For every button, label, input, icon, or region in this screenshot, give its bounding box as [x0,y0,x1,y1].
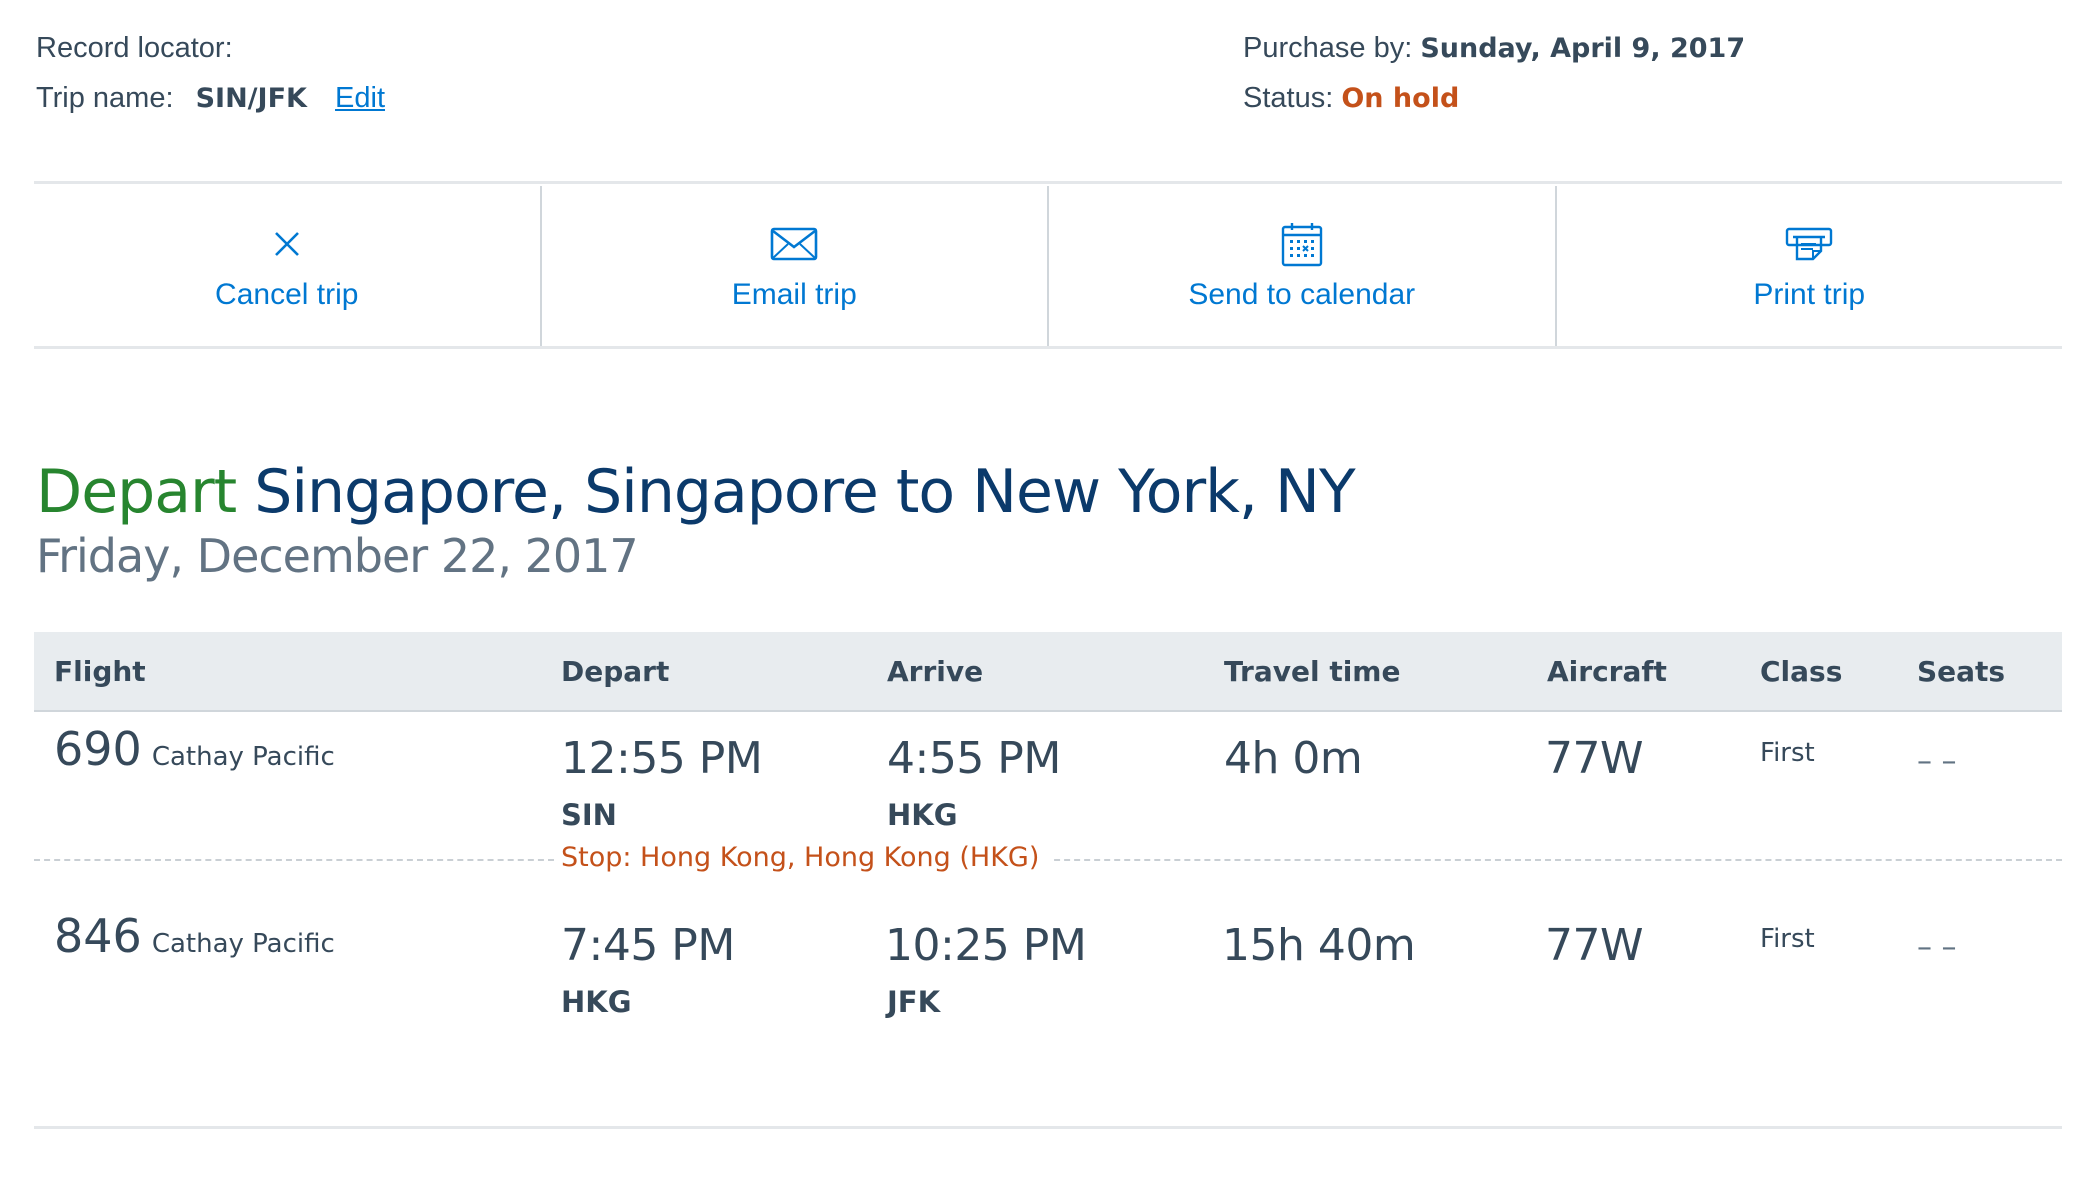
aircraft-type: 77W [1545,733,1644,784]
action-bar-top-divider [34,181,2062,184]
email-trip-label: Email trip [731,278,857,311]
table-bottom-divider [34,1126,2062,1129]
arrive-airport-code: HKG [887,798,958,832]
arrive-airport-code: JFK [887,985,941,1019]
record-locator: Record locator: [36,30,233,66]
purchase-by-date: Sunday, April 9, 2017 [1420,33,1746,64]
print-trip-button[interactable]: Print trip [1554,186,2063,346]
arrive-time: 10:25 PM [885,920,1087,971]
flight-cell: 846 Cathay Pacific [54,909,335,963]
trip-status: Status: On hold [1243,80,1459,117]
trip-name-label: Trip name: [36,82,174,114]
close-icon [262,219,312,269]
header-seats: Seats [1917,655,2006,688]
depart-airport-code: SIN [561,798,617,832]
send-to-calendar-button[interactable]: Send to calendar [1047,186,1555,346]
edit-trip-name-link[interactable]: Edit [335,82,385,114]
flight-number: 690 [54,722,142,776]
itinerary-heading: Depart Singapore, Singapore to New York,… [36,454,1356,530]
header-travel-time: Travel time [1224,655,1401,688]
cancel-trip-label: Cancel trip [215,278,359,311]
action-bar-bottom-divider [34,346,2062,349]
depart-airport-code: HKG [561,985,632,1019]
trip-name: Trip name: SIN/JFK Edit [36,80,385,117]
cabin-class: First [1760,738,1815,768]
header-class: Class [1760,655,1843,688]
trip-action-bar: Cancel trip Email trip Send to calendar [34,186,2062,346]
status-label: Status: [1243,82,1334,114]
header-arrive: Arrive [887,655,984,688]
print-trip-label: Print trip [1753,278,1866,311]
depart-word: Depart [36,457,237,527]
carrier-name: Cathay Pacific [151,929,335,959]
depart-time: 7:45 PM [561,920,735,971]
stop-dash-right [1014,859,2062,861]
flight-number: 846 [54,909,142,963]
arrive-time: 4:55 PM [887,733,1061,784]
cancel-trip-button[interactable]: Cancel trip [34,186,540,346]
depart-time: 12:55 PM [561,733,763,784]
calendar-icon [1277,219,1327,269]
travel-time: 4h 0m [1224,733,1363,784]
header-aircraft: Aircraft [1547,655,1667,688]
stop-dash-left [34,859,554,861]
status-badge: On hold [1341,83,1460,114]
trip-name-value: SIN/JFK [195,83,307,114]
route-text: Singapore, Singapore to New York, NY [254,457,1355,527]
stop-info: Stop: Hong Kong, Hong Kong (HKG) [561,838,1052,878]
send-to-calendar-label: Send to calendar [1188,278,1416,311]
header-flight: Flight [54,655,146,688]
aircraft-type: 77W [1545,920,1644,971]
cabin-class: First [1760,924,1815,954]
purchase-by: Purchase by: Sunday, April 9, 2017 [1243,30,1745,67]
envelope-icon [769,219,819,269]
email-trip-button[interactable]: Email trip [539,186,1048,346]
departure-date: Friday, December 22, 2017 [36,529,639,583]
printer-icon [1784,219,1834,269]
seats-value: – – [1917,930,1957,965]
travel-time: 15h 40m [1222,920,1416,971]
purchase-by-label: Purchase by: [1243,32,1413,64]
record-locator-label: Record locator: [36,32,233,64]
flights-table-header: Flight Depart Arrive Travel time Aircraf… [34,632,2062,712]
carrier-name: Cathay Pacific [151,742,335,772]
seats-value: – – [1917,744,1957,779]
stop-separator: Stop: Hong Kong, Hong Kong (HKG) [34,838,2062,878]
header-depart: Depart [561,655,670,688]
flight-cell: 690 Cathay Pacific [54,722,335,776]
